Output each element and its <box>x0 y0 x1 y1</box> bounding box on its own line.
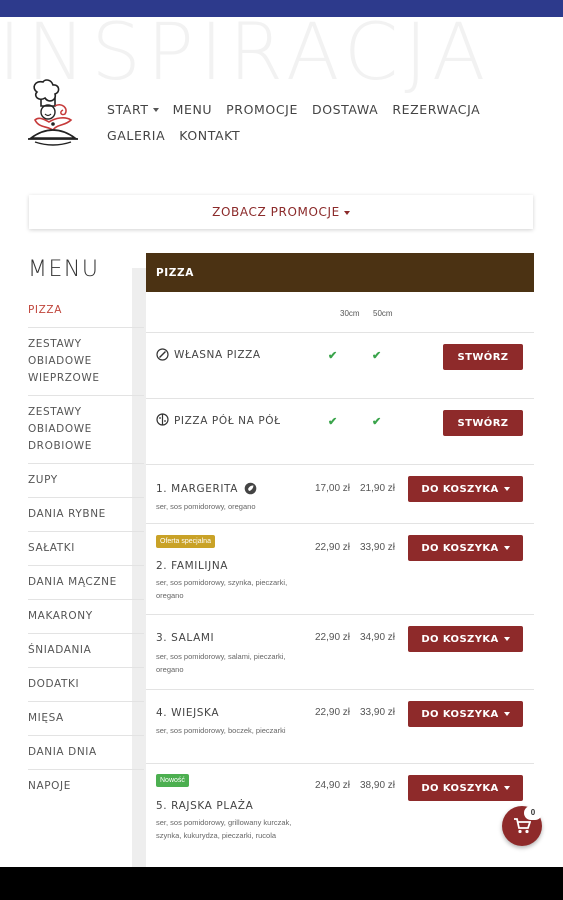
button-label: DO KOSZYKA <box>421 542 499 554</box>
button-label: DO KOSZYKA <box>421 633 499 645</box>
main-nav: START MENU PROMOCJE DOSTAWA REZERWACJA G… <box>107 96 527 148</box>
add-to-cart-button[interactable]: DO KOSZYKA <box>408 476 523 502</box>
item-description: ser, sos pomidorowy, oregano <box>156 502 256 511</box>
nav-item-kontakt[interactable]: KONTAKT <box>179 128 240 143</box>
new-badge: Nowość <box>156 774 189 787</box>
button-label: DO KOSZYKA <box>421 483 499 495</box>
nav-item-rezerwacja[interactable]: REZERWACJA <box>392 102 480 117</box>
item-name: 2. FAMILIJNA <box>156 560 229 572</box>
add-to-cart-button[interactable]: DO KOSZYKA <box>408 701 523 727</box>
special-offer-badge: Oferta specjalna <box>156 535 215 548</box>
sidebar-item-dodatki[interactable]: DODATKI <box>28 668 144 702</box>
check-icon: ✔ <box>372 350 382 362</box>
navigation-bar <box>0 867 563 900</box>
item-description: ser, sos pomidorowy, boczek, pieczarki <box>156 726 286 735</box>
see-promotions-button[interactable]: ZOBACZ PROMOCJE <box>212 205 350 219</box>
price-50cm: 21,90 zł <box>360 483 396 494</box>
sidebar-item-pizza[interactable]: PIZZA <box>28 294 144 328</box>
nav-item-dostawa[interactable]: DOSTAWA <box>312 102 378 117</box>
pizza-cutter-icon <box>156 348 169 361</box>
price-30cm: 22,90 zł <box>315 542 351 553</box>
caret-down-icon <box>343 210 350 215</box>
sidebar-item-dania-maczne[interactable]: DANIA MĄCZNE <box>28 566 144 600</box>
sidebar-item-zestawy-wieprzowe[interactable]: ZESTAWY OBIADOWE WIEPRZOWE <box>28 328 144 396</box>
item-name: 4. WIEJSKA <box>156 707 220 719</box>
nav-item-galeria[interactable]: GALERIA <box>107 128 165 143</box>
sidebar-item-miesa[interactable]: MIĘSA <box>28 702 144 736</box>
watermark-text: INSPIRACJA <box>0 8 492 98</box>
nav-item-start[interactable]: START <box>107 102 159 117</box>
own-pizza-name: WŁASNA PIZZA <box>174 349 261 361</box>
half-half-name: PIZZA PÓŁ NA PÓŁ <box>174 415 281 427</box>
promo-label: ZOBACZ PROMOCJE <box>212 205 340 219</box>
price-30cm: 17,00 zł <box>315 483 351 494</box>
sidebar-item-salatki[interactable]: SAŁATKI <box>28 532 144 566</box>
add-to-cart-button[interactable]: DO KOSZYKA <box>408 535 523 561</box>
menu-item-row: 3. SALAMI ser, sos pomidorowy, salami, p… <box>146 615 534 690</box>
item-name: 5. RAJSKA PLAŻA <box>156 800 254 812</box>
category-sidebar: PIZZA ZESTAWY OBIADOWE WIEPRZOWE ZESTAWY… <box>28 294 144 803</box>
menu-item-row: Nowość 5. RAJSKA PLAŻA ser, sos pomidoro… <box>146 764 534 849</box>
sidebar-item-sniadania[interactable]: ŚNIADANIA <box>28 634 144 668</box>
item-description: ser, sos pomidorowy, grillowany kurczak,… <box>156 818 292 840</box>
half-pizza-icon <box>156 413 169 426</box>
item-description: ser, sos pomidorowy, szynka, pieczarki, … <box>156 578 288 600</box>
caret-down-icon <box>503 712 510 716</box>
nav-item-promocje[interactable]: PROMOCJE <box>226 102 298 117</box>
category-header: PIZZA <box>146 253 534 292</box>
add-to-cart-button[interactable]: DO KOSZYKA <box>408 775 523 801</box>
price-50cm: 34,90 zł <box>360 632 396 643</box>
menu-title: MENU <box>28 257 100 282</box>
price-50cm: 38,90 zł <box>360 780 396 791</box>
sidebar-item-zestawy-drobiowe[interactable]: ZESTAWY OBIADOWE DROBIOWE <box>28 396 144 464</box>
sidebar-item-makarony[interactable]: MAKARONY <box>28 600 144 634</box>
check-icon: ✔ <box>328 350 338 362</box>
check-icon: ✔ <box>328 416 338 428</box>
caret-down-icon <box>503 487 510 491</box>
vegetarian-icon <box>244 482 257 495</box>
price-30cm: 24,90 zł <box>315 780 351 791</box>
menu-content: PIZZA 30cm 50cm WŁASNA PIZZA ✔ ✔ STWÓRZ … <box>146 253 534 849</box>
item-name: 3. SALAMI <box>156 632 215 644</box>
chef-logo[interactable] <box>25 76 81 152</box>
nav-row-1: START MENU PROMOCJE DOSTAWA REZERWACJA <box>107 96 527 122</box>
size-label-30: 30cm <box>340 309 360 318</box>
button-label: DO KOSZYKA <box>421 708 499 720</box>
half-half-row: PIZZA PÓŁ NA PÓŁ ✔ ✔ STWÓRZ <box>146 399 534 465</box>
sidebar-item-dania-dnia[interactable]: DANIA DNIA <box>28 736 144 770</box>
item-name: 1. MARGERITA <box>156 483 239 495</box>
button-label: DO KOSZYKA <box>421 782 499 794</box>
menu-item-row: 1. MARGERITA ser, sos pomidorowy, oregan… <box>146 465 534 524</box>
nav-item-menu[interactable]: MENU <box>173 102 213 117</box>
shopping-cart-icon <box>514 818 531 834</box>
create-half-half-button[interactable]: STWÓRZ <box>443 410 523 436</box>
sidebar-item-zupy[interactable]: ZUPY <box>28 464 144 498</box>
caret-down-icon <box>503 637 510 641</box>
sidebar-item-napoje[interactable]: NAPOJE <box>28 770 144 803</box>
caret-down-icon <box>503 546 510 550</box>
price-50cm: 33,90 zł <box>360 542 396 553</box>
caret-down-icon <box>503 786 510 790</box>
promo-bar: ZOBACZ PROMOCJE <box>29 195 533 229</box>
item-description: ser, sos pomidorowy, salami, pieczarki, … <box>156 652 286 674</box>
menu-item-row: Oferta specjalna 2. FAMILIJNA ser, sos p… <box>146 524 534 615</box>
create-own-pizza-button[interactable]: STWÓRZ <box>443 344 523 370</box>
price-50cm: 33,90 zł <box>360 707 396 718</box>
size-header-row: 30cm 50cm <box>146 292 534 333</box>
menu-item-row: 4. WIEJSKA ser, sos pomidorowy, boczek, … <box>146 690 534 764</box>
price-30cm: 22,90 zł <box>315 707 351 718</box>
sidebar-item-dania-rybne[interactable]: DANIA RYBNE <box>28 498 144 532</box>
own-pizza-row: WŁASNA PIZZA ✔ ✔ STWÓRZ <box>146 333 534 399</box>
size-label-50: 50cm <box>373 309 393 318</box>
price-30cm: 22,90 zł <box>315 632 351 643</box>
check-icon: ✔ <box>372 416 382 428</box>
nav-label: START <box>107 101 149 117</box>
caret-down-icon <box>152 108 159 112</box>
nav-row-2: GALERIA KONTAKT <box>107 122 527 148</box>
cart-count-badge: 0 <box>524 806 542 820</box>
add-to-cart-button[interactable]: DO KOSZYKA <box>408 626 523 652</box>
